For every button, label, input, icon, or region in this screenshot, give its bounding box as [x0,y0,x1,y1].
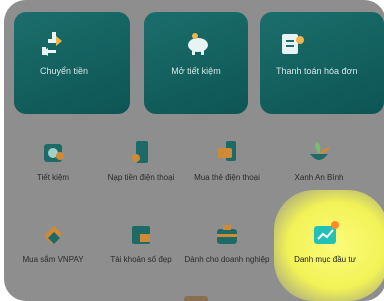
shopping-tag-icon [44,226,62,244]
service-savings[interactable]: Tiết kiệm [10,138,96,183]
service-nice-account[interactable]: Tài khoản số đẹp [98,220,184,265]
green-plant-icon [310,142,330,160]
briefcase-icon [217,225,237,244]
service-investment-label: Danh mục đầu tư [294,255,356,264]
service-phone-card-label: Mua thẻ điện thoại [194,173,260,182]
service-shopping-label: Mua sắm VNPAY [22,255,84,264]
service-green-label: Xanh An Bình [294,173,344,182]
savings-icon [44,144,64,162]
phone-card-icon [218,141,236,161]
bill-payment-card[interactable]: Thanh toán hóa đơn [260,12,384,114]
open-savings-label: Mở tiết kiệm [171,66,221,76]
phone-topup-icon [132,141,148,163]
piggy-bank-icon [188,33,208,55]
service-shopping[interactable]: Mua sắm VNPAY [10,220,96,265]
service-phone-topup[interactable]: Nạp tiền điện thoại [98,138,184,183]
open-savings-card[interactable]: Mở tiết kiệm [144,12,248,114]
transfer-icon [42,32,62,56]
next-row-icon-peek [184,296,208,301]
home-services-panel: Chuyển tiền Mở tiết kiệm Thanh toán hóa … [4,0,384,301]
service-nice-account-label: Tài khoản số đẹp [110,255,172,264]
service-phone-card[interactable]: Mua thẻ điện thoại [184,138,270,183]
bill-payment-label: Thanh toán hóa đơn [276,66,358,76]
service-phone-topup-label: Nạp tiền điện thoại [107,173,175,182]
transfer-label: Chuyển tiền [40,66,89,76]
service-savings-label: Tiết kiệm [36,173,70,182]
service-business-label: Dành cho doanh nghiệp [184,255,270,264]
service-green[interactable]: Xanh An Bình [276,138,362,183]
service-business[interactable]: Dành cho doanh nghiệp [184,220,270,265]
transfer-card[interactable]: Chuyển tiền [14,12,130,114]
account-number-icon [132,226,150,244]
bill-icon [282,34,304,54]
new-badge [331,221,339,229]
service-investment[interactable]: Danh mục đầu tư [282,220,368,265]
